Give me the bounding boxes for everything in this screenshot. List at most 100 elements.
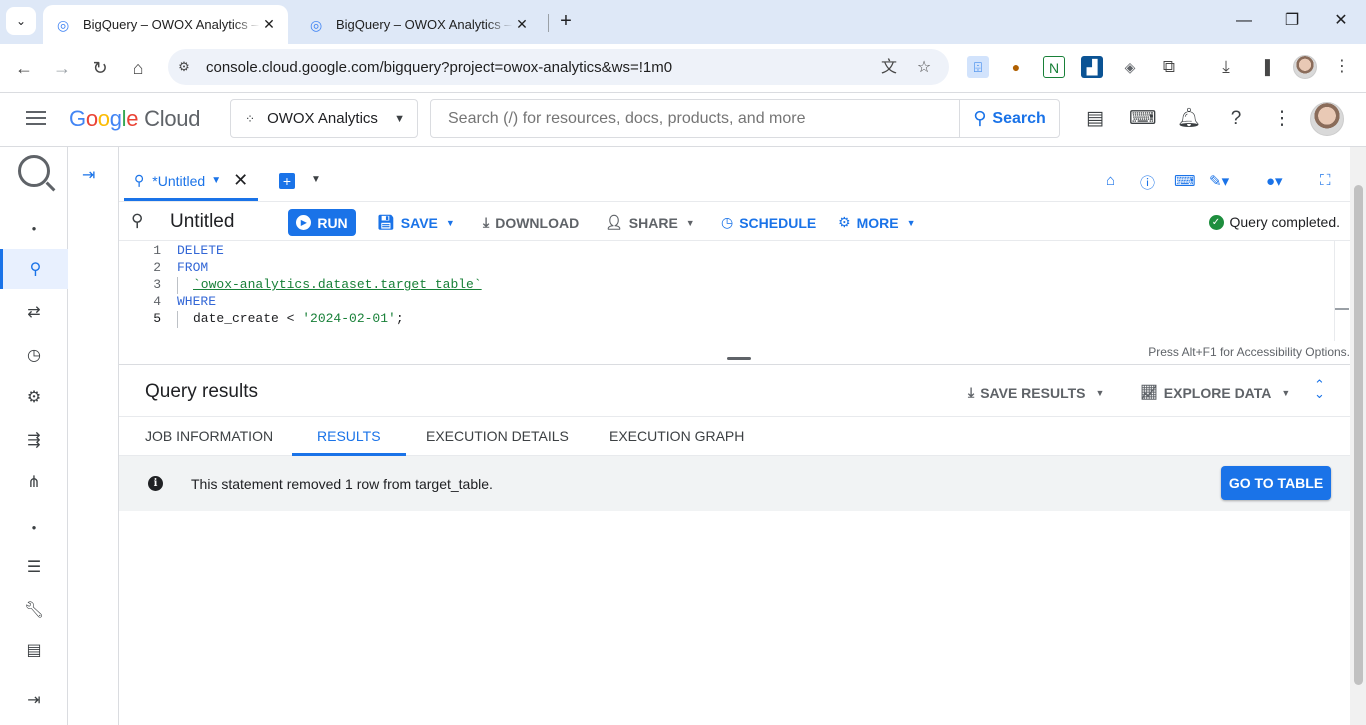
keyboard-icon[interactable]: ⌨ [1174, 172, 1196, 190]
bookmark-star-icon[interactable]: ☆ [913, 57, 935, 79]
expand-explorer-icon[interactable]: ⇥ [82, 165, 95, 185]
chevron-down-icon: ▼ [685, 217, 695, 228]
results-tabs: JOB INFORMATION RESULTS EXECUTION DETAIL… [119, 416, 1350, 456]
restore-button[interactable]: ❐ [1277, 8, 1307, 34]
hamburger-menu-icon[interactable] [24, 107, 48, 131]
explore-data-button[interactable]: 📈︎ EXPLORE DATA ▼ [1140, 384, 1290, 401]
url-text[interactable]: console.cloud.google.com/bigquery?projec… [206, 59, 672, 76]
lightbulb-icon[interactable]: ●▾ [1266, 172, 1283, 190]
translate-icon[interactable]: 文 [878, 57, 900, 79]
close-icon[interactable]: ✕ [233, 170, 248, 191]
indent-guide [177, 311, 178, 328]
scrollbar-thumb[interactable] [1354, 185, 1363, 685]
search-icon: ⚲ [973, 108, 987, 128]
explore-data-label: EXPLORE DATA [1163, 384, 1272, 401]
rail-list-icon[interactable]: ☰ [0, 547, 68, 587]
expand-collapse-icon[interactable]: ⌃ ⌄ [1314, 378, 1325, 400]
browser-menu-icon[interactable]: ⋮ [1331, 56, 1353, 78]
cloud-shell-icon[interactable]: ⌨ [1129, 106, 1156, 132]
result-message: This statement removed 1 row from target… [191, 476, 493, 492]
new-tab-button[interactable]: + [553, 9, 579, 35]
search-button[interactable]: ⚲ Search [959, 100, 1059, 137]
account-avatar[interactable] [1310, 102, 1344, 136]
browser-profile-avatar[interactable] [1293, 55, 1317, 79]
n-extension-icon[interactable]: N [1043, 56, 1065, 78]
fullscreen-icon[interactable]: ⛶ [1320, 172, 1331, 189]
share-label: SHARE [628, 214, 678, 231]
cookie-extension-icon[interactable]: ● [1005, 56, 1027, 78]
run-button[interactable]: ▶ RUN [288, 209, 356, 236]
console-search: ⚲ Search [430, 99, 1060, 138]
tab-execution-graph[interactable]: EXECUTION GRAPH [584, 417, 769, 456]
tab-untitled-query[interactable]: ⚲ *Untitled ▼ ✕ [124, 163, 259, 201]
download-icon[interactable]: ⤓ [1215, 56, 1237, 78]
info-icon[interactable]: ⓘ [1140, 172, 1155, 193]
search-input[interactable] [431, 100, 961, 137]
code-text: date_create < [193, 311, 303, 326]
rail-history-icon[interactable]: ◷ [0, 335, 68, 375]
download-icon: ⤓ [483, 214, 490, 230]
rail-dataform-icon[interactable]: ⋔ [0, 462, 68, 502]
rail-expand-icon[interactable]: ⇥ [0, 680, 68, 720]
rail-pipeline-icon[interactable]: ⇶ [0, 420, 68, 460]
address-bar[interactable]: ⚙ console.cloud.google.com/bigquery?proj… [168, 49, 949, 85]
chevron-down-icon[interactable]: ▼ [311, 174, 321, 185]
rail-wrench-icon[interactable]: 🔧︎ [0, 590, 68, 630]
home-icon[interactable]: ⌂ [1106, 172, 1115, 189]
magic-wand-icon[interactable]: ✎▾ [1209, 172, 1229, 190]
resize-handle[interactable] [727, 357, 751, 360]
extensions-puzzle-icon[interactable]: ⧉ [1158, 56, 1180, 78]
notifications-bell-icon[interactable]: 🔔︎ [1176, 106, 1202, 132]
minimize-button[interactable]: — [1229, 8, 1259, 34]
save-results-button[interactable]: ⤓ SAVE RESULTS ▼ [968, 384, 1104, 401]
chevron-down-icon: ▼ [445, 217, 455, 228]
close-window-button[interactable]: ✕ [1326, 8, 1356, 34]
tag-extension-icon[interactable]: ◈ [1119, 56, 1141, 78]
rail-notes-icon[interactable]: ▤ [0, 630, 68, 670]
page-scrollbar[interactable] [1350, 147, 1366, 725]
search-button-label: Search [992, 109, 1046, 127]
browser-tab-active[interactable]: ◎ BigQuery – OWOX Analytics – Goo ✕ [43, 5, 288, 44]
tab-results[interactable]: RESULTS [292, 417, 406, 456]
code-string: '2024-02-01' [302, 311, 396, 326]
rail-transfers-icon[interactable]: ⇄ [0, 292, 68, 332]
indent-guide [177, 277, 178, 294]
reload-icon[interactable]: ↻ [86, 54, 114, 82]
tab-execution-details[interactable]: EXECUTION DETAILS [401, 417, 594, 456]
home-icon[interactable]: ⌂ [124, 54, 152, 82]
site-info-icon[interactable]: ⚙ [176, 59, 192, 75]
rail-scheduled-icon[interactable]: ⚙ [0, 377, 68, 417]
code-text: FROM [177, 260, 209, 275]
line-number: 2 [153, 260, 161, 275]
schedule-button[interactable]: ◷ SCHEDULE [721, 214, 816, 231]
more-vert-icon[interactable]: ⋮ [1269, 106, 1295, 132]
close-tab-icon[interactable]: ✕ [260, 16, 278, 33]
project-selector[interactable]: ⁘ OWOX Analytics ▼ [230, 99, 418, 138]
code-line: 3 `owox-analytics.dataset.target_table` [119, 277, 1331, 294]
close-tab-icon[interactable]: ✕ [513, 16, 531, 33]
status-text: Query completed. [1229, 214, 1341, 230]
browser-tab[interactable]: ◎ BigQuery – OWOX Analytics – Goo ✕ [296, 5, 541, 44]
help-icon[interactable]: ? [1223, 106, 1249, 132]
more-button[interactable]: ⚙ MORE ▼ [838, 214, 915, 231]
back-icon[interactable]: ← [10, 54, 38, 82]
tab-job-information[interactable]: JOB INFORMATION [120, 417, 298, 456]
gemini-notes-icon[interactable]: ▤ [1082, 106, 1108, 132]
bigquery-logo-icon[interactable] [18, 155, 50, 187]
query-toolbar: ⚲ Untitled ▶ RUN 💾︎ SAVE ▼ ⤓ DOWNLOAD 👤︎ SHA… [119, 201, 1350, 241]
google-cloud-logo[interactable]: Google Cloud [69, 106, 200, 132]
save-button[interactable]: 💾︎ SAVE ▼ [377, 214, 455, 231]
share-button[interactable]: 👤︎ SHARE ▼ [605, 214, 695, 231]
tab-search-button[interactable]: ⌄ [6, 7, 36, 35]
chart-extension-icon[interactable]: ▟ [1081, 56, 1103, 78]
go-to-table-button[interactable]: GO TO TABLE [1221, 466, 1331, 500]
sql-editor[interactable]: 1 DELETE 2 FROM 3 `owox-analytics.datase… [119, 241, 1350, 341]
tab-label: *Untitled [152, 172, 206, 189]
rail-search-icon[interactable]: ⚲ [0, 249, 68, 289]
download-button[interactable]: ⤓ DOWNLOAD [483, 214, 579, 231]
add-query-button[interactable]: + [279, 173, 295, 189]
extension-icon[interactable]: ⌹ [967, 56, 989, 78]
side-panel-icon[interactable]: ▐ [1254, 56, 1276, 78]
forward-icon[interactable]: → [48, 54, 76, 82]
chevron-down-icon[interactable]: ▼ [211, 175, 221, 186]
